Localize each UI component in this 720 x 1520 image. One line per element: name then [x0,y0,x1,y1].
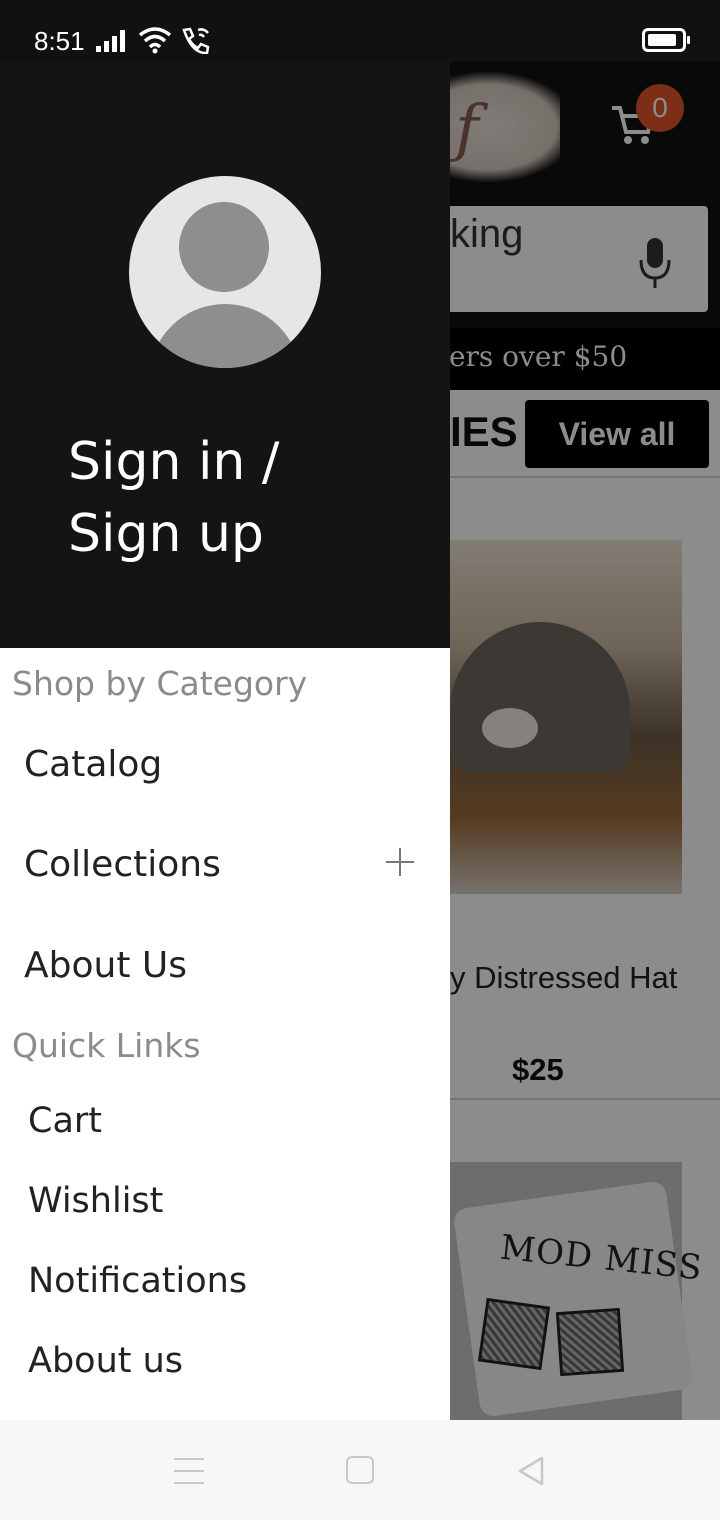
quick-link-label: Wishlist [28,1181,164,1221]
battery-icon [642,28,690,52]
shop-by-category-label: Shop by Category [12,664,308,703]
home-icon[interactable] [346,1456,374,1484]
quick-link-notifications[interactable]: Notifications [28,1249,444,1313]
quick-link-label: Notifications [28,1261,248,1301]
wifi-icon [138,27,172,54]
quick-link-wishlist[interactable]: Wishlist [28,1169,444,1233]
menu-item-label: About Us [24,944,187,986]
drawer-header: Sign in / Sign up [0,62,450,648]
system-nav-bar [0,1420,720,1520]
quick-link-cart[interactable]: Cart [28,1089,444,1153]
avatar-head [179,202,269,292]
quick-links-label: Quick Links [12,1026,201,1065]
plus-icon[interactable] [386,848,414,876]
avatar-body [149,304,301,368]
signal-icon [96,30,125,52]
user-avatar-icon[interactable] [129,176,321,368]
wifi-calling-icon [182,27,210,54]
navigation-drawer: Sign in / Sign up Shop by Category Catal… [0,62,450,1420]
back-icon[interactable] [514,1454,548,1488]
menu-item-label: Catalog [24,743,163,785]
status-time: 8:51 [34,26,85,56]
status-bar: 8:51 [0,0,720,62]
quick-link-label: About us [28,1341,184,1381]
recent-apps-icon[interactable] [174,1458,204,1484]
menu-item-collections[interactable]: Collections [24,824,444,904]
sign-in-link[interactable]: Sign in / Sign up [68,426,408,570]
status-icons [96,26,212,54]
quick-link-about-us[interactable]: About us [28,1329,444,1393]
quick-link-label: Cart [28,1101,102,1141]
menu-item-about-us[interactable]: About Us [24,925,444,1005]
menu-item-catalog[interactable]: Catalog [24,724,444,804]
menu-item-label: Collections [24,843,221,885]
